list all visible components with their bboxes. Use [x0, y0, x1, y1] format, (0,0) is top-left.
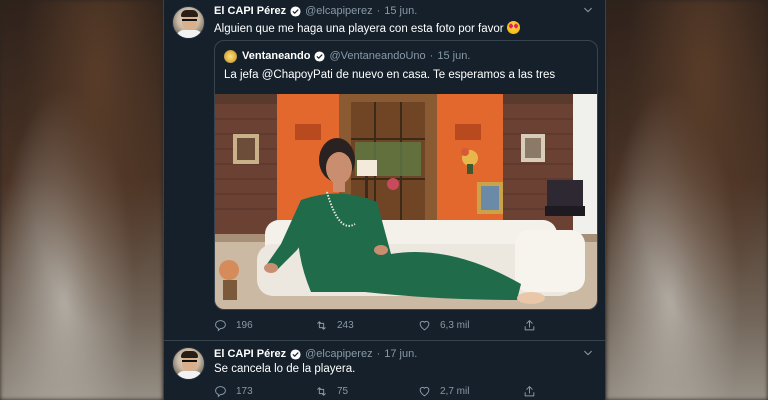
separator-dot: · — [429, 50, 434, 62]
avatar-hair — [181, 10, 198, 17]
verified-badge-icon — [314, 50, 326, 62]
separator-dot: · — [376, 348, 381, 360]
username[interactable]: @elcapiperez — [305, 5, 372, 17]
like-button[interactable]: 6,3 mil — [418, 317, 469, 333]
quoted-display-name: Ventaneando — [242, 50, 311, 62]
reply-button[interactable]: 173 — [214, 383, 253, 399]
like-count: 6,3 mil — [440, 319, 470, 331]
display-name[interactable]: El CAPI Pérez — [214, 5, 286, 17]
avatar[interactable] — [172, 6, 205, 39]
reply-count: 173 — [236, 385, 253, 397]
like-count: 2,7 mil — [440, 385, 470, 397]
username[interactable]: @elcapiperez — [305, 348, 372, 360]
avatar-glasses — [182, 360, 197, 363]
tweet[interactable]: El CAPI Pérez @elcapiperez · 15 jun. Alg… — [164, 0, 605, 341]
verified-badge-icon — [290, 5, 301, 17]
reply-icon — [215, 385, 226, 397]
reply-count: 196 — [236, 319, 253, 331]
avatar-hair — [181, 351, 198, 358]
quoted-tweet-header: Ventaneando @VentaneandoUno · 15 jun. — [224, 48, 470, 64]
separator-dot: · — [376, 5, 381, 17]
retweet-button[interactable]: 243 — [315, 317, 354, 333]
display-name[interactable]: El CAPI Pérez — [214, 348, 286, 360]
blurred-background-right — [606, 0, 768, 400]
timestamp[interactable]: 15 jun. — [384, 5, 417, 17]
blurred-background-left — [0, 0, 163, 400]
share-button[interactable] — [523, 317, 545, 333]
reply-icon — [215, 319, 226, 331]
tweet-actions: 196 243 6,3 mil — [214, 317, 554, 333]
tweet-actions: 173 75 2,7 mil — [214, 383, 554, 399]
tweet-header: El CAPI Pérez @elcapiperez · 15 jun. — [214, 3, 593, 19]
avatar[interactable] — [172, 347, 205, 380]
tweet-text: Alguien que me haga una playera con esta… — [214, 19, 593, 35]
heart-icon — [419, 386, 430, 396]
verified-badge-icon — [290, 348, 301, 360]
share-button[interactable] — [523, 383, 545, 399]
like-button[interactable]: 2,7 mil — [418, 383, 469, 399]
quoted-tweet[interactable]: Ventaneando @VentaneandoUno · 15 jun. La… — [214, 40, 598, 310]
tweet-header: El CAPI Pérez @elcapiperez · 17 jun. — [214, 346, 593, 362]
avatar-glasses — [182, 19, 197, 22]
share-icon — [524, 385, 535, 396]
chevron-down-icon[interactable] — [583, 5, 593, 15]
retweet-count: 75 — [337, 385, 349, 397]
quoted-timestamp: 15 jun. — [437, 50, 471, 62]
quoted-tweet-text: La jefa @ChapoyPati de nuevo en casa. Te… — [224, 69, 556, 81]
retweet-icon — [317, 320, 326, 330]
avatar-shirt — [176, 30, 203, 38]
tweet-text-content: Alguien que me haga una playera con esta… — [214, 23, 504, 35]
tweet-photo[interactable] — [215, 94, 597, 309]
share-icon — [524, 319, 535, 330]
tweet-text: Se cancela lo de la playera. — [214, 363, 356, 375]
heart-eyes-emoji-icon — [506, 21, 520, 34]
quoted-avatar — [224, 49, 237, 63]
retweet-button[interactable]: 75 — [315, 383, 348, 399]
heart-icon — [419, 320, 430, 330]
reply-button[interactable]: 196 — [214, 317, 253, 333]
tv-set-photo — [215, 94, 597, 309]
avatar-shirt — [176, 371, 203, 379]
retweet-icon — [317, 386, 326, 396]
chevron-down-icon[interactable] — [583, 348, 593, 358]
retweet-count: 243 — [337, 319, 354, 331]
quoted-username: @VentaneandoUno — [329, 50, 426, 62]
timeline[interactable]: El CAPI Pérez @elcapiperez · 15 jun. Alg… — [163, 0, 606, 400]
timestamp[interactable]: 17 jun. — [384, 348, 417, 360]
